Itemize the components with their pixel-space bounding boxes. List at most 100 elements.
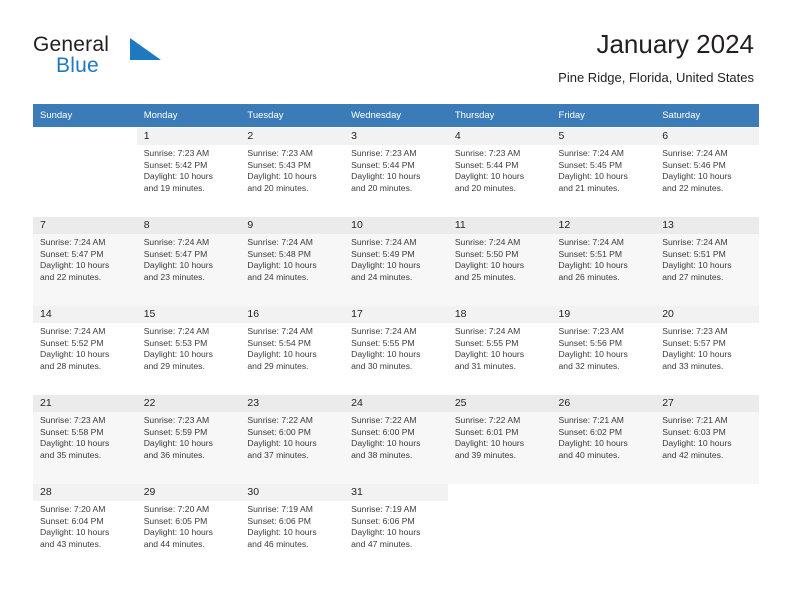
calendar-day-cell[interactable]: 18 Sunrise: 7:24 AM Sunset: 5:55 PM Dayligh…	[447, 306, 552, 395]
calendar-day-cell[interactable]: 5 Sunrise: 7:24 AM Sunset: 5:45 PM Daylight…	[551, 127, 656, 217]
calendar-day-cell[interactable]: 2 Sunrise: 7:23 AM Sunset: 5:43 PM Daylight…	[240, 127, 345, 217]
day-detail-daylight2: and 19 minutes.	[143, 182, 205, 193]
day-detail-daylight2: and 20 minutes.	[454, 182, 516, 193]
calendar-day-cell[interactable]: 13 Sunrise: 7:24 AM Sunset: 5:51 PM Dayligh…	[655, 217, 759, 306]
day-detail-daylight2: and 38 minutes.	[351, 449, 413, 460]
day-details: Sunrise: 7:19 AM Sunset: 6:06 PM Daylight:…	[344, 501, 448, 550]
day-detail-sunset: Sunset: 6:03 PM	[662, 426, 726, 437]
calendar-cell-inner: 15 Sunrise: 7:24 AM Sunset: 5:53 PM Dayligh…	[136, 306, 241, 395]
calendar-cell-inner: 3 Sunrise: 7:23 AM Sunset: 5:44 PM Daylight…	[344, 128, 448, 217]
calendar-day-cell[interactable]: 29 Sunrise: 7:20 AM Sunset: 6:05 PM Dayligh…	[136, 484, 241, 573]
calendar-cell-inner: 26 Sunrise: 7:21 AM Sunset: 6:02 PM Dayligh…	[551, 395, 656, 484]
day-details: Sunrise: 7:24 AM Sunset: 5:49 PM Daylight:…	[344, 234, 448, 283]
calendar-day-cell[interactable]: 10 Sunrise: 7:24 AM Sunset: 5:49 PM Dayligh…	[344, 217, 448, 306]
calendar-cell-inner: 25 Sunrise: 7:22 AM Sunset: 6:01 PM Dayligh…	[447, 395, 552, 484]
calendar-cell-inner: 28 Sunrise: 7:20 AM Sunset: 6:04 PM Dayligh…	[33, 484, 137, 573]
day-number: 22	[136, 395, 241, 412]
day-detail-sunrise: Sunrise: 7:24 AM	[662, 237, 728, 247]
day-number: 19	[551, 306, 656, 323]
calendar-week-row: 28 Sunrise: 7:20 AM Sunset: 6:04 PM Dayligh…	[33, 484, 759, 573]
day-details: Sunrise: 7:23 AM Sunset: 5:57 PM Daylight:…	[655, 323, 759, 372]
calendar-body: 1 Sunrise: 7:23 AM Sunset: 5:42 PM Daylight…	[33, 127, 759, 573]
day-number: 6	[655, 128, 759, 145]
calendar-week-row: 7 Sunrise: 7:24 AM Sunset: 5:47 PM Daylight…	[33, 217, 759, 306]
day-number	[33, 128, 137, 145]
day-detail-sunset: Sunset: 5:51 PM	[558, 248, 623, 259]
day-detail-daylight2: and 27 minutes.	[662, 271, 724, 282]
calendar-day-cell[interactable]: 12 Sunrise: 7:24 AM Sunset: 5:51 PM Dayligh…	[551, 217, 656, 306]
calendar-day-cell[interactable]: 19 Sunrise: 7:23 AM Sunset: 5:56 PM Dayligh…	[551, 306, 656, 395]
day-detail-sunset: Sunset: 5:49 PM	[351, 248, 415, 259]
day-detail-daylight1: Daylight: 10 hours	[247, 260, 317, 271]
calendar-day-cell[interactable]: 28 Sunrise: 7:20 AM Sunset: 6:04 PM Dayligh…	[33, 484, 137, 573]
day-number: 16	[240, 306, 345, 323]
day-detail-daylight1: Daylight: 10 hours	[351, 349, 421, 360]
calendar-day-cell[interactable]: 22 Sunrise: 7:23 AM Sunset: 5:59 PM Dayligh…	[136, 395, 241, 484]
day-details: Sunrise: 7:19 AM Sunset: 6:06 PM Daylight:…	[240, 501, 344, 550]
calendar-week-row: 1 Sunrise: 7:23 AM Sunset: 5:42 PM Daylight…	[33, 127, 759, 217]
brand-logo[interactable]: General Blue	[33, 33, 223, 81]
day-detail-daylight1: Daylight: 10 hours	[143, 171, 213, 182]
calendar-day-cell[interactable]: 21 Sunrise: 7:23 AM Sunset: 5:58 PM Dayligh…	[33, 395, 137, 484]
calendar-cell-inner: 22 Sunrise: 7:23 AM Sunset: 5:59 PM Dayligh…	[136, 395, 241, 484]
calendar-day-cell[interactable]: 7 Sunrise: 7:24 AM Sunset: 5:47 PM Daylight…	[33, 217, 137, 306]
day-detail-sunset: Sunset: 6:06 PM	[351, 515, 415, 526]
day-detail-sunset: Sunset: 5:44 PM	[351, 159, 415, 170]
day-detail-daylight2: and 32 minutes.	[558, 360, 620, 371]
calendar-day-cell[interactable]: 17 Sunrise: 7:24 AM Sunset: 5:55 PM Dayligh…	[344, 306, 448, 395]
calendar-cell-inner: 20 Sunrise: 7:23 AM Sunset: 5:57 PM Dayligh…	[655, 306, 759, 395]
day-number	[552, 484, 656, 501]
calendar-day-cell[interactable]: 15 Sunrise: 7:24 AM Sunset: 5:53 PM Dayligh…	[136, 306, 241, 395]
calendar-day-cell[interactable]: 9 Sunrise: 7:24 AM Sunset: 5:48 PM Daylight…	[240, 217, 345, 306]
day-detail-daylight2: and 47 minutes.	[351, 538, 413, 549]
day-detail-sunrise: Sunrise: 7:19 AM	[247, 504, 313, 514]
calendar-day-cell[interactable]: 30 Sunrise: 7:19 AM Sunset: 6:06 PM Dayligh…	[240, 484, 345, 573]
calendar-day-cell[interactable]: 11 Sunrise: 7:24 AM Sunset: 5:50 PM Dayligh…	[447, 217, 552, 306]
day-detail-daylight1: Daylight: 10 hours	[558, 171, 628, 182]
day-number: 23	[240, 395, 345, 412]
calendar-cell-inner: 21 Sunrise: 7:23 AM Sunset: 5:58 PM Dayligh…	[33, 395, 137, 484]
day-detail-sunset: Sunset: 5:52 PM	[40, 337, 104, 348]
calendar-day-cell[interactable]: 24 Sunrise: 7:22 AM Sunset: 6:00 PM Dayligh…	[344, 395, 448, 484]
day-details: Sunrise: 7:22 AM Sunset: 6:00 PM Daylight:…	[344, 412, 448, 461]
calendar-day-cell[interactable]: 27 Sunrise: 7:21 AM Sunset: 6:03 PM Dayligh…	[655, 395, 759, 484]
day-detail-daylight1: Daylight: 10 hours	[662, 171, 732, 182]
calendar-page: General Blue January 2024 Pine Ridge, Fl…	[0, 0, 792, 612]
calendar-cell-empty	[655, 484, 759, 573]
calendar-day-cell[interactable]: 4 Sunrise: 7:23 AM Sunset: 5:44 PM Daylight…	[447, 127, 552, 217]
day-detail-sunrise: Sunrise: 7:22 AM	[351, 415, 417, 425]
calendar-day-cell[interactable]: 31 Sunrise: 7:19 AM Sunset: 6:06 PM Dayligh…	[344, 484, 448, 573]
day-detail-sunset: Sunset: 6:01 PM	[454, 426, 519, 437]
day-details: Sunrise: 7:23 AM Sunset: 5:42 PM Daylight:…	[137, 145, 241, 194]
calendar-day-cell[interactable]: 3 Sunrise: 7:23 AM Sunset: 5:44 PM Daylight…	[344, 127, 448, 217]
day-details: Sunrise: 7:24 AM Sunset: 5:51 PM Daylight:…	[552, 234, 656, 283]
day-detail-daylight1: Daylight: 10 hours	[247, 349, 317, 360]
calendar-day-cell[interactable]: 23 Sunrise: 7:22 AM Sunset: 6:00 PM Dayligh…	[240, 395, 345, 484]
calendar-day-cell[interactable]: 14 Sunrise: 7:24 AM Sunset: 5:52 PM Dayligh…	[33, 306, 137, 395]
weekday-header-saturday: Saturday	[655, 104, 759, 128]
day-detail-sunrise: Sunrise: 7:23 AM	[662, 326, 728, 336]
day-number	[655, 484, 759, 501]
calendar-day-cell[interactable]: 20 Sunrise: 7:23 AM Sunset: 5:57 PM Dayligh…	[655, 306, 759, 395]
calendar-day-cell[interactable]: 6 Sunrise: 7:24 AM Sunset: 5:46 PM Daylight…	[655, 127, 759, 217]
calendar-day-cell[interactable]: 16 Sunrise: 7:24 AM Sunset: 5:54 PM Dayligh…	[240, 306, 345, 395]
calendar-day-cell[interactable]: 1 Sunrise: 7:23 AM Sunset: 5:42 PM Daylight…	[136, 127, 241, 217]
calendar-day-cell[interactable]: 26 Sunrise: 7:21 AM Sunset: 6:02 PM Dayligh…	[551, 395, 656, 484]
day-detail-daylight1: Daylight: 10 hours	[662, 438, 732, 449]
day-detail-daylight2: and 37 minutes.	[247, 449, 309, 460]
day-detail-sunset: Sunset: 6:00 PM	[351, 426, 415, 437]
day-detail-daylight1: Daylight: 10 hours	[143, 260, 213, 271]
calendar-cell-inner: 29 Sunrise: 7:20 AM Sunset: 6:05 PM Dayligh…	[136, 484, 241, 573]
calendar-day-cell[interactable]: 8 Sunrise: 7:24 AM Sunset: 5:47 PM Daylight…	[136, 217, 241, 306]
calendar-day-cell[interactable]: 25 Sunrise: 7:22 AM Sunset: 6:01 PM Dayligh…	[447, 395, 552, 484]
day-number: 18	[447, 306, 552, 323]
day-number: 7	[33, 217, 137, 234]
calendar-cell-inner: 16 Sunrise: 7:24 AM Sunset: 5:54 PM Dayligh…	[240, 306, 345, 395]
day-details: Sunrise: 7:23 AM Sunset: 5:58 PM Daylight:…	[33, 412, 137, 461]
day-details	[552, 501, 656, 504]
day-detail-sunrise: Sunrise: 7:24 AM	[454, 326, 521, 336]
day-detail-daylight2: and 20 minutes.	[351, 182, 413, 193]
flag-triangle-icon	[130, 38, 161, 60]
day-detail-daylight1: Daylight: 10 hours	[143, 527, 213, 538]
day-number: 25	[447, 395, 552, 412]
